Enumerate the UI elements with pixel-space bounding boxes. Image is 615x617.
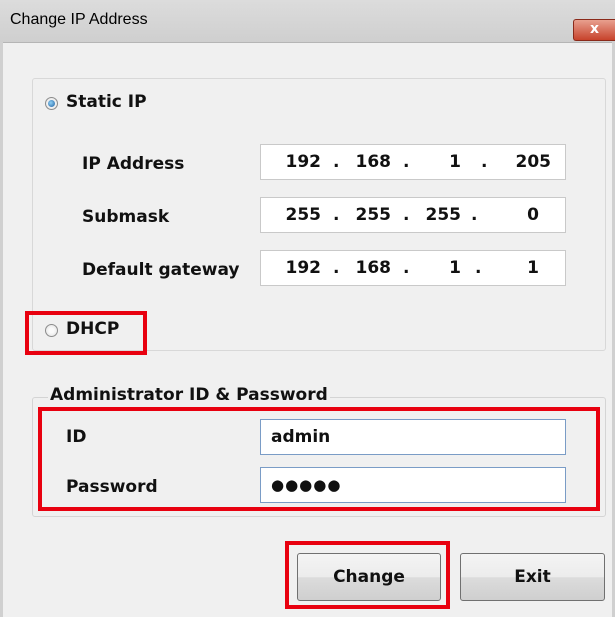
submask-octet-4[interactable]: 0: [493, 198, 539, 232]
ip-dot: .: [403, 205, 410, 225]
submask-octet-3[interactable]: 255: [415, 198, 462, 232]
gateway-octet-4[interactable]: 1: [493, 251, 539, 285]
gateway-input[interactable]: 192 . 168 . 1 . 1: [260, 250, 566, 286]
change-ip-dialog: Change IP Address x Static IP IP Address…: [0, 0, 615, 617]
ip-dot: .: [333, 258, 340, 278]
exit-button[interactable]: Exit: [460, 553, 605, 601]
submask-octet-1[interactable]: 255: [275, 198, 322, 232]
submask-label: Submask: [82, 207, 170, 227]
window-border-left: [0, 42, 3, 617]
ip-octet-2[interactable]: 168: [345, 145, 392, 179]
ip-dot: .: [333, 205, 340, 225]
admin-highlight-box: [38, 407, 600, 511]
ip-octet-1[interactable]: 192: [275, 145, 322, 179]
close-icon: x: [589, 21, 600, 37]
static-ip-label[interactable]: Static IP: [66, 92, 147, 112]
ip-octet-4[interactable]: 205: [493, 145, 552, 179]
ip-dot: .: [481, 152, 488, 172]
ip-octet-3[interactable]: 1: [415, 145, 461, 179]
ip-dot: .: [403, 152, 410, 172]
gateway-octet-3[interactable]: 1: [415, 251, 461, 285]
ip-address-input[interactable]: 192 . 168 . 1 . 205: [260, 144, 566, 180]
gateway-label: Default gateway: [82, 260, 240, 280]
admin-group-label: Administrator ID & Password: [48, 385, 330, 405]
ip-dot: .: [475, 258, 482, 278]
close-button[interactable]: x: [573, 19, 615, 41]
gateway-octet-2[interactable]: 168: [345, 251, 392, 285]
submask-octet-2[interactable]: 255: [345, 198, 392, 232]
ip-address-label: IP Address: [82, 154, 185, 174]
gateway-octet-1[interactable]: 192: [275, 251, 322, 285]
window-title: Change IP Address: [10, 11, 148, 28]
ip-dot: .: [471, 205, 478, 225]
static-ip-radio[interactable]: [45, 97, 58, 110]
dhcp-highlight-box: [25, 311, 147, 355]
ip-dot: .: [333, 152, 340, 172]
ip-dot: .: [403, 258, 410, 278]
title-bar[interactable]: Change IP Address x: [0, 0, 615, 43]
submask-input[interactable]: 255 . 255 . 255 . 0: [260, 197, 566, 233]
change-highlight-box: [285, 541, 450, 609]
